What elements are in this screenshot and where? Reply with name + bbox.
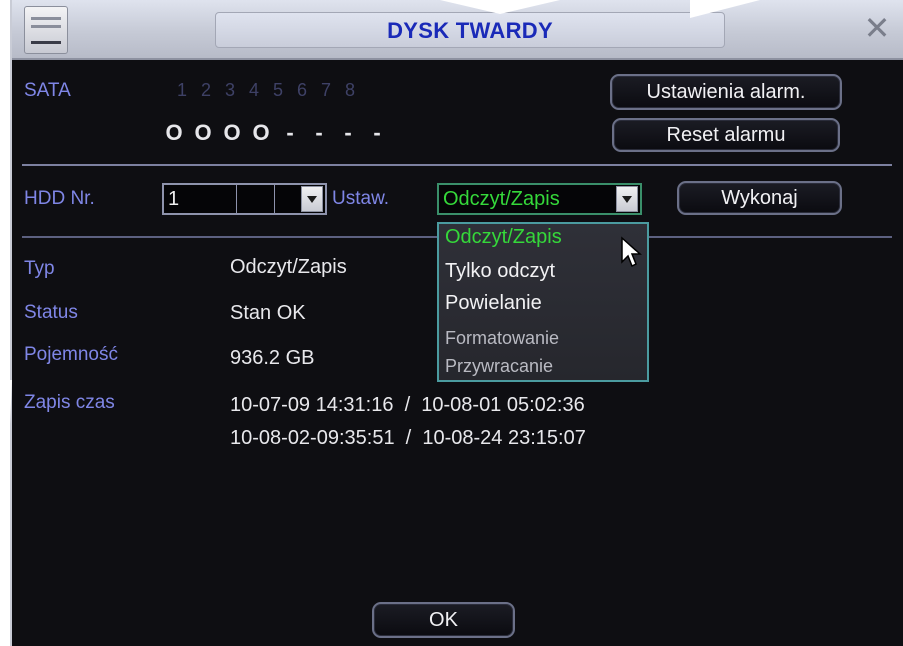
- title-bar: DYSK TWARDY ✕: [12, 0, 903, 60]
- sata-port-number: 8: [344, 80, 355, 100]
- sata-port-status: O O O O - - - -: [164, 120, 464, 145]
- set-mode-select[interactable]: Odczyt/Zapis: [437, 183, 642, 215]
- hdd-number-label: HDD Nr.: [24, 188, 95, 209]
- alarm-settings-button[interactable]: Ustawienia alarm.: [610, 74, 842, 110]
- status-value: Stan OK: [230, 302, 306, 324]
- recording-time-range: 10-07-09 14:31:16 / 10-08-01 05:02:36: [230, 394, 585, 416]
- sata-port-number: 2: [200, 80, 211, 100]
- window-title: DYSK TWARDY: [387, 18, 553, 43]
- hdd-dialog-window: DYSK TWARDY ✕ SATA 1 2 3 4 5 6 7 8 O O O…: [10, 0, 903, 646]
- sata-port-number: 4: [248, 80, 259, 100]
- dropdown-option-read-only[interactable]: Tylko odczyt: [445, 260, 555, 283]
- sata-status: -: [344, 120, 352, 145]
- type-value: Odczyt/Zapis: [230, 256, 347, 278]
- capacity-value: 936.2 GB: [230, 347, 315, 369]
- dropdown-option-redundant[interactable]: Powielanie: [445, 292, 542, 315]
- sata-port-number: 1: [176, 80, 187, 100]
- recording-time-label: Zapis czas: [24, 392, 115, 413]
- type-label: Typ: [24, 258, 55, 279]
- dropdown-option-format[interactable]: Formatowanie: [445, 328, 559, 349]
- sata-status: O: [252, 120, 270, 145]
- set-mode-dropdown-list: Odczyt/Zapis Tylko odczyt Powielanie For…: [437, 222, 649, 382]
- hdd-number-select[interactable]: 1: [162, 183, 327, 215]
- app-logo-icon: [24, 6, 68, 54]
- dropdown-option-recover[interactable]: Przywracanie: [445, 356, 553, 377]
- sata-status: -: [373, 120, 381, 145]
- dropdown-option-read-write[interactable]: Odczyt/Zapis: [445, 226, 562, 249]
- reset-alarm-button[interactable]: Reset alarmu: [612, 118, 840, 152]
- mouse-cursor-icon: [621, 236, 642, 268]
- sata-status: O: [194, 120, 212, 145]
- chevron-down-icon[interactable]: [616, 186, 638, 212]
- ok-button[interactable]: OK: [372, 602, 515, 638]
- sata-port-numbers: 1 2 3 4 5 6 7 8: [172, 80, 472, 102]
- divider: [22, 164, 892, 166]
- sata-status: O: [165, 120, 183, 145]
- hdd-number-value: 1: [168, 188, 180, 210]
- recording-time-range: 10-08-02-09:35:51 / 10-08-24 23:15:07: [230, 427, 586, 449]
- status-label: Status: [24, 302, 78, 323]
- set-mode-label: Ustaw.: [332, 188, 390, 209]
- capacity-label: Pojemność: [24, 344, 118, 365]
- sata-label: SATA: [24, 80, 71, 101]
- close-icon[interactable]: ✕: [859, 10, 895, 46]
- sata-port-number: 7: [320, 80, 331, 100]
- sata-status: -: [315, 120, 323, 145]
- title-plate: DYSK TWARDY: [215, 12, 725, 48]
- sata-port-number: 3: [224, 80, 235, 100]
- sata-port-number: 6: [296, 80, 307, 100]
- sata-status: -: [286, 120, 294, 145]
- sata-status: O: [223, 120, 241, 145]
- set-mode-value: Odczyt/Zapis: [443, 188, 560, 210]
- execute-button[interactable]: Wykonaj: [677, 181, 842, 215]
- chevron-down-icon[interactable]: [301, 186, 323, 212]
- sata-port-number: 5: [272, 80, 283, 100]
